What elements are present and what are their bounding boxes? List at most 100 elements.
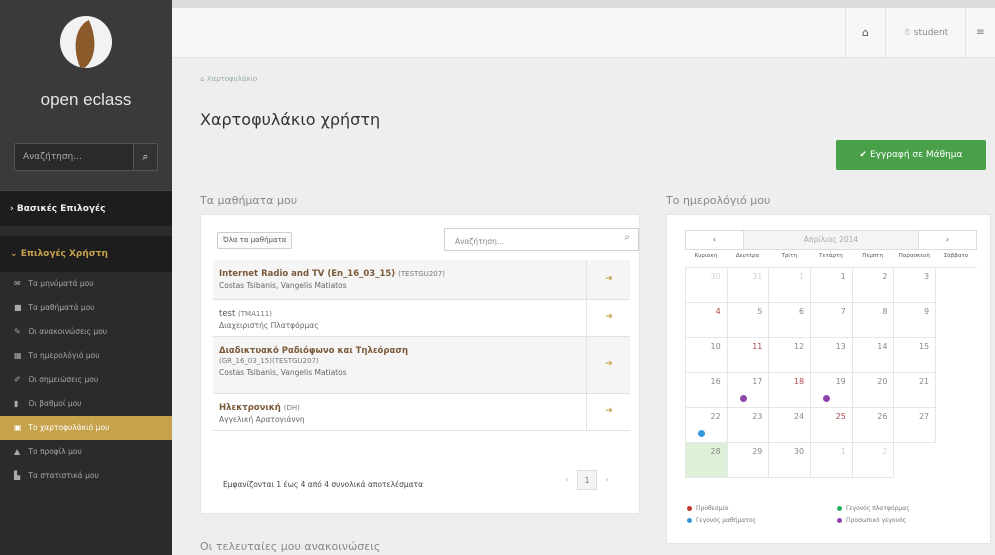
calendar-day[interactable]: 29: [727, 443, 770, 478]
calendar-day[interactable]: 4: [686, 303, 728, 338]
search-icon: ⌕: [624, 232, 630, 243]
page-next-button[interactable]: ›: [597, 470, 617, 490]
course-name-suffix: (GR_16_03_15): [219, 357, 272, 365]
sidebar-item[interactable]: ■ Τα μαθήματά μου: [0, 296, 172, 320]
calendar-day[interactable]: 1: [811, 443, 853, 478]
topbar: ⌂ ☃ student ≡: [172, 8, 995, 58]
calendar-day[interactable]: 9: [894, 303, 937, 338]
legend-item: Προθεσμία: [687, 505, 729, 512]
calendar-day[interactable]: 19: [811, 373, 853, 408]
sidebar-item-label: Τα μαθήματά μου: [28, 303, 95, 312]
calendar-day[interactable]: 3: [894, 268, 937, 303]
sidebar-item[interactable]: ✐ Οι σημειώσεις μου: [0, 368, 172, 392]
calendar-prev-button[interactable]: ‹: [686, 231, 744, 249]
calendar-day[interactable]: 30: [686, 268, 728, 303]
calendar-day[interactable]: 1: [769, 268, 812, 303]
logo-area: open eclass: [0, 0, 172, 130]
course-name-link[interactable]: Ηλεκτρονική (DH): [219, 403, 574, 413]
page-current-button[interactable]: 1: [577, 470, 597, 490]
legend-dot: [837, 518, 842, 523]
calendar-day[interactable]: 2: [852, 268, 895, 303]
calendar-day[interactable]: 10: [686, 338, 728, 373]
calendar-month-label: Απρίλιος 2014: [803, 235, 859, 244]
legend-item: Γεγονός πλατφόρμας: [837, 505, 910, 512]
sidebar-item[interactable]: ✎ Οι ανακοινώσεις μου: [0, 320, 172, 344]
calendar-day[interactable]: 16: [686, 373, 728, 408]
calendar-day[interactable]: 2: [852, 443, 895, 478]
calendar-day-number: 17: [752, 377, 763, 386]
calendar-day[interactable]: 18: [769, 373, 812, 408]
sidebar-item[interactable]: ▣ Το χαρτοφυλάκιό μου: [0, 416, 172, 440]
course-code: (TESTGU207): [271, 357, 319, 365]
calendar-day[interactable]: 13: [811, 338, 853, 373]
search-icon[interactable]: ⌕: [133, 144, 157, 170]
calendar-day[interactable]: 7: [811, 303, 853, 338]
event-dot[interactable]: [823, 395, 831, 402]
calendar-day[interactable]: 28: [686, 443, 728, 478]
calendar-day[interactable]: 25: [811, 408, 853, 443]
page-prev-button[interactable]: ‹: [557, 470, 577, 490]
calendar-day[interactable]: 30: [769, 443, 812, 478]
calendar-next-button[interactable]: ›: [918, 231, 976, 249]
sidebar-item[interactable]: ▙ Τα στατιστικά μου: [0, 464, 172, 488]
calendar-day-number: 20: [877, 377, 888, 386]
sidebar-item[interactable]: ▮ Οι βαθμοί μου: [0, 392, 172, 416]
calendar-day[interactable]: 15: [894, 338, 937, 373]
course-name-link[interactable]: Διαδικτυακό Ραδιόφωνο και Τηλεόραση (GR_1…: [219, 346, 574, 366]
calendar-day[interactable]: 24: [769, 408, 812, 443]
home-icon[interactable]: ⌂: [200, 75, 204, 83]
course-name-link[interactable]: test (TMA111): [219, 309, 574, 319]
pagination: ‹ 1 ›: [557, 470, 617, 490]
legend-dot: [687, 506, 692, 511]
unregister-course-button[interactable]: ➜: [586, 337, 630, 393]
calendar-day[interactable]: 8: [852, 303, 895, 338]
breadcrumb-item[interactable]: Χαρτοφυλάκιο: [207, 75, 258, 83]
user-menu-button[interactable]: ☃ student: [885, 8, 965, 58]
calendar-day[interactable]: 14: [852, 338, 895, 373]
unregister-course-button[interactable]: ➜: [586, 260, 630, 299]
course-search-input[interactable]: [445, 231, 605, 252]
course-professors: Costas Tsibanis, Vangelis Matiatos: [219, 281, 347, 290]
menu-icon[interactable]: ≡: [965, 8, 995, 58]
calendar-day[interactable]: 23: [727, 408, 770, 443]
all-courses-button[interactable]: Όλα τα μαθήματα: [217, 232, 293, 249]
course-row: Ηλεκτρονική (DH) Αγγελική Αρατογιάννη ➜: [213, 394, 630, 431]
sidebar-item[interactable]: ▲ Το προφίλ μου: [0, 440, 172, 464]
calendar-day[interactable]: 12: [769, 338, 812, 373]
calendar-day-number: 7: [840, 307, 846, 316]
calendar-day[interactable]: 27: [894, 408, 937, 443]
logo-icon[interactable]: [60, 16, 112, 68]
calendar-day[interactable]: 11: [727, 338, 770, 373]
sidebar-item[interactable]: ▦ Το ημερολόγιό μου: [0, 344, 172, 368]
legend-item: Προσωπικό γεγονός: [837, 517, 906, 524]
calendar-day[interactable]: 20: [852, 373, 895, 408]
legend-item: Γεγονός μαθήματος: [687, 517, 756, 524]
unregister-course-button[interactable]: ➜: [586, 394, 630, 430]
course-professors: Αγγελική Αρατογιάννη: [219, 415, 305, 424]
calendar-day[interactable]: 6: [769, 303, 812, 338]
calendar-day[interactable]: 31: [727, 268, 770, 303]
event-dot[interactable]: [698, 430, 705, 437]
calendar-day[interactable]: 26: [852, 408, 895, 443]
calendar-day[interactable]: 21: [894, 373, 937, 408]
calendar-day[interactable]: 22: [686, 408, 728, 443]
sidebar-search-input[interactable]: [15, 144, 133, 170]
calendar-day[interactable]: 1: [811, 268, 853, 303]
unregister-course-button[interactable]: ➜: [586, 300, 630, 336]
bullhorn-icon: ✎: [14, 327, 21, 336]
register-course-button[interactable]: ✔ Εγγραφή σε Μάθημα: [836, 140, 986, 170]
notes-icon: ✐: [14, 375, 21, 384]
calendar-day-number: 8: [882, 307, 888, 316]
event-dot[interactable]: [739, 395, 747, 402]
user-icon: ☃: [902, 28, 911, 38]
sign-out-icon: ➜: [605, 312, 613, 322]
section-basic-options[interactable]: › Βασικές Επιλογές: [0, 190, 172, 226]
course-name-link[interactable]: Internet Radio and TV (En_16_03_15) (TES…: [219, 269, 574, 279]
calendar-day[interactable]: 17: [727, 373, 770, 408]
sidebar-item[interactable]: ✉ Τα μηνύματά μου: [0, 272, 172, 296]
legend-dot: [837, 506, 842, 511]
section-user-options[interactable]: ⌄ Επιλογές Χρήστη: [0, 236, 172, 272]
calendar-day[interactable]: 5: [727, 303, 770, 338]
calendar-weekday: Δευτέρα: [735, 253, 760, 259]
home-icon[interactable]: ⌂: [845, 8, 885, 58]
